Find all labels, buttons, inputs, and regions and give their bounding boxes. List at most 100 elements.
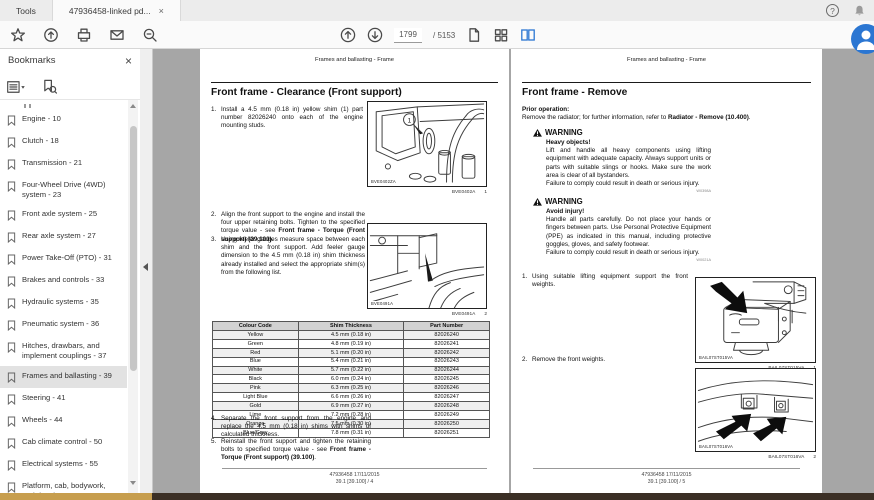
- bookmark-icon: [7, 254, 16, 265]
- bookmark-icon: [7, 372, 16, 383]
- table-row: Pink6.3 mm (0.25 in)82026246: [213, 384, 490, 393]
- bookmark-options-icon[interactable]: [6, 80, 26, 94]
- search-icon[interactable]: [142, 27, 158, 43]
- table-row: Blue5.4 mm (0.21 in)82026243: [213, 357, 490, 366]
- warning-code: W0398A: [546, 189, 711, 194]
- procedure-step: 3.Using feeler gauges measure space betw…: [211, 236, 365, 277]
- bookmark-item-power-take-off-pto-31[interactable]: Power Take-Off (PTO) - 31: [0, 248, 127, 270]
- bookmark-icon: [7, 276, 16, 287]
- bookmark-label: Electrical systems - 55: [22, 459, 118, 469]
- previous-page-icon[interactable]: [340, 27, 356, 43]
- help-icon[interactable]: ?: [826, 4, 839, 17]
- toolbar: / 5153: [0, 21, 874, 49]
- figure-caption: BVE0402A1: [367, 190, 487, 195]
- print-icon[interactable]: [76, 27, 92, 43]
- tab-tools[interactable]: Tools: [0, 0, 52, 21]
- figure-id-label: BVE0491A: [370, 301, 394, 306]
- bookmark-icon: [7, 181, 16, 192]
- bookmark-icon: [7, 115, 16, 126]
- tab-document-label: 47936458-linked pd...: [69, 6, 151, 16]
- page-thumbnails-icon[interactable]: [493, 27, 509, 43]
- next-page-icon[interactable]: [367, 27, 383, 43]
- bookmark-item-cab-climate-control-50[interactable]: Cab climate control - 50: [0, 432, 127, 454]
- table-row: Yellow4.5 mm (0.18 in)82026240: [213, 330, 490, 339]
- share-upload-icon[interactable]: [43, 27, 59, 43]
- bookmark-label: Hydraulic systems - 35: [22, 297, 118, 307]
- table-row: Gold6.9 mm (0.27 in)82026248: [213, 402, 490, 411]
- bookmark-item-platform-cab-bodywork-and-decals-90[interactable]: Platform, cab, bodywork, and decals - 90: [0, 476, 127, 493]
- figure-shim-install: 1 BVE0402ZA: [367, 101, 487, 187]
- figure-id-label: BAIL07ST016VA: [698, 444, 734, 449]
- bookmark-item-front-axle-system-25[interactable]: Front axle system - 25: [0, 204, 127, 226]
- scrollbar-down-icon[interactable]: [130, 481, 136, 485]
- bookmarks-panel: Bookmarks × Engine - 10Clutch - 18Transm…: [0, 49, 140, 493]
- page-footer: 47936458 17/11/2015 39.1 [39.100] / 5: [511, 472, 822, 486]
- single-page-icon[interactable]: [466, 27, 482, 43]
- bookmark-icon: [7, 320, 16, 331]
- pdf-page-left: Frames and ballasting - Frame Front fram…: [200, 49, 509, 493]
- bookmark-label: Wheels - 44: [22, 415, 118, 425]
- bookmark-item-steering-41[interactable]: Steering - 41: [0, 388, 127, 410]
- bookmark-item-pneumatic-system-36[interactable]: Pneumatic system - 36: [0, 314, 127, 336]
- table-row: Green4.8 mm (0.19 in)82026241: [213, 339, 490, 348]
- bookmark-item-engine-10[interactable]: Engine - 10: [0, 109, 127, 131]
- bookmark-item-frames-and-ballasting-39[interactable]: Frames and ballasting - 39: [0, 366, 127, 388]
- bookmark-icon: [7, 460, 16, 471]
- bell-icon[interactable]: [853, 4, 866, 18]
- tab-tools-label: Tools: [16, 6, 36, 16]
- running-header: Frames and ballasting - Frame: [511, 57, 822, 63]
- bookmark-icon: [7, 416, 16, 427]
- procedure-step: 5.Reinstall the front support and tighte…: [211, 438, 371, 463]
- prior-operation-text: Remove the radiator; for further informa…: [522, 114, 814, 121]
- page-title: Front frame - Remove: [522, 87, 627, 98]
- find-bookmark-icon[interactable]: [42, 79, 57, 94]
- bookmark-icon: [7, 298, 16, 309]
- bookmark-icon: [7, 394, 16, 405]
- collapse-sidebar-handle[interactable]: [143, 263, 148, 271]
- tab-document[interactable]: 47936458-linked pd... ×: [52, 0, 181, 21]
- bookmark-item-partial[interactable]: [0, 103, 127, 109]
- warning-code: W0021A: [546, 258, 711, 263]
- procedure-step: 1.Using suitable lifting equipment suppo…: [522, 273, 688, 289]
- page-number-input[interactable]: [394, 28, 422, 43]
- bookmark-icon: [7, 482, 16, 493]
- svg-text:1: 1: [408, 118, 412, 125]
- bookmark-label: Steering - 41: [22, 393, 118, 403]
- table-row: Red5.1 mm (0.20 in)82026242: [213, 348, 490, 357]
- email-icon[interactable]: [109, 27, 125, 43]
- bookmark-item-hydraulic-systems-35[interactable]: Hydraulic systems - 35: [0, 292, 127, 314]
- bookmark-item-hitches-drawbars-and-implement-couplings-37[interactable]: Hitches, drawbars, and implement couplin…: [0, 336, 127, 365]
- bookmark-item-clutch-18[interactable]: Clutch - 18: [0, 131, 127, 153]
- star-icon[interactable]: [10, 27, 26, 43]
- scrollbar-up-icon[interactable]: [130, 104, 136, 108]
- pdf-viewer-window: Tools 47936458-linked pd... × ? / 5153: [0, 0, 874, 500]
- bookmark-item-four-wheel-drive-4wd-system-23[interactable]: Four-Wheel Drive (4WD) system - 23: [0, 175, 127, 204]
- table-row: Light Blue6.6 mm (0.26 in)82026247: [213, 393, 490, 402]
- bookmark-icon: [7, 438, 16, 449]
- procedure-step: 1.Install a 4.5 mm (0.18 in) yellow shim…: [211, 106, 363, 131]
- bookmark-item-brakes-and-controls-33[interactable]: Brakes and controls - 33: [0, 270, 127, 292]
- table-row: Black6.0 mm (0.24 in)82026245: [213, 375, 490, 384]
- bookmark-icon: [7, 232, 16, 243]
- bookmark-label: Clutch - 18: [22, 136, 118, 146]
- bookmark-label: Front axle system - 25: [22, 209, 118, 219]
- figure-feeler-gauge: BVE0491A: [367, 223, 487, 309]
- figure-weight-brackets: BAIL07ST016VA: [695, 368, 816, 452]
- bookmark-item-wheels-44[interactable]: Wheels - 44: [0, 410, 127, 432]
- account-avatar[interactable]: [851, 24, 874, 54]
- bookmark-item-transmission-21[interactable]: Transmission - 21: [0, 153, 127, 175]
- warning-icon: [533, 198, 542, 206]
- bookmark-label: Brakes and controls - 33: [22, 275, 118, 285]
- pdf-page-right: Frames and ballasting - Frame Front fram…: [511, 49, 822, 493]
- warning-block: WARNING Heavy objects! Lift and handle a…: [533, 128, 711, 194]
- close-tab-icon[interactable]: ×: [159, 6, 164, 16]
- figure-caption: BVE0491A2: [367, 312, 487, 317]
- close-panel-icon[interactable]: ×: [125, 56, 132, 66]
- bookmark-label: Cab climate control - 50: [22, 437, 118, 447]
- bookmark-label: Hitches, drawbars, and implement couplin…: [22, 341, 118, 360]
- two-page-view-icon[interactable]: [520, 27, 536, 43]
- bookmark-item-rear-axle-system-27[interactable]: Rear axle system - 27: [0, 226, 127, 248]
- sidebar-scrollbar-thumb[interactable]: [130, 126, 137, 371]
- bookmark-item-electrical-systems-55[interactable]: Electrical systems - 55: [0, 454, 127, 476]
- bookmark-label: Transmission - 21: [22, 158, 118, 168]
